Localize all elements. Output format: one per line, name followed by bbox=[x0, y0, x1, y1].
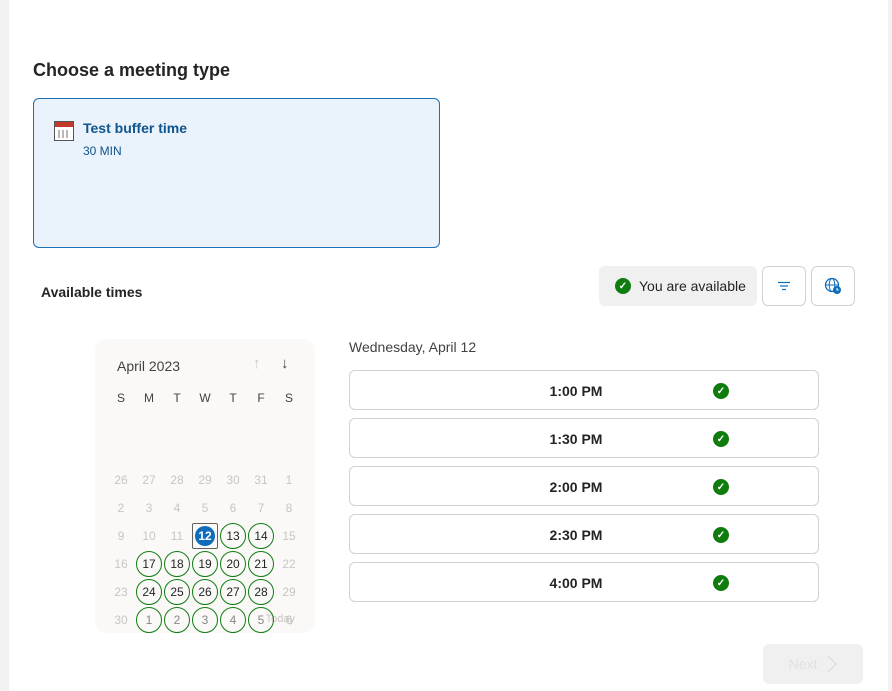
time-slot-label: 1:30 PM bbox=[549, 431, 603, 447]
calendar-day: 27 bbox=[142, 473, 156, 487]
next-button-label: Next bbox=[788, 656, 818, 672]
calendar-day: 30 bbox=[226, 473, 240, 487]
calendar-day: 28 bbox=[170, 473, 184, 487]
availability-status-text: You are available bbox=[639, 278, 746, 294]
time-slot-label: 1:00 PM bbox=[549, 383, 603, 399]
checkmark-icon: ✓ bbox=[713, 527, 729, 543]
checkmark-icon: ✓ bbox=[615, 278, 631, 294]
globe-clock-icon bbox=[824, 277, 841, 294]
calendar-day: 11 bbox=[170, 529, 184, 543]
calendar-day: 8 bbox=[285, 501, 293, 515]
calendar-day: 4 bbox=[173, 501, 181, 515]
calendar-day-available[interactable]: 2 bbox=[164, 607, 190, 633]
calendar-day: 3 bbox=[145, 501, 153, 515]
calendar-day-available[interactable]: 1 bbox=[136, 607, 162, 633]
calendar-day: 22 bbox=[282, 557, 296, 571]
calendar-day: 23 bbox=[114, 585, 128, 599]
weekday-header: T bbox=[229, 391, 237, 405]
time-slot-label: 2:30 PM bbox=[549, 527, 603, 543]
checkmark-icon: ✓ bbox=[713, 431, 729, 447]
calendar-day: 16 bbox=[114, 557, 128, 571]
page-title: Choose a meeting type bbox=[33, 60, 231, 80]
calendar-day-available[interactable]: 18 bbox=[164, 551, 190, 577]
next-button[interactable]: Next bbox=[763, 644, 863, 684]
calendar-day: 5 bbox=[201, 501, 209, 515]
calendar-day-available[interactable]: 28 bbox=[248, 579, 274, 605]
checkmark-icon: ✓ bbox=[713, 575, 729, 591]
time-slot-label: 2:00 PM bbox=[549, 479, 603, 495]
time-slot-button[interactable]: 2:30 PM ✓ bbox=[349, 514, 819, 554]
calendar-day-available[interactable]: 25 bbox=[164, 579, 190, 605]
checkmark-icon: ✓ bbox=[713, 383, 729, 399]
selected-date-label: Wednesday, April 12 bbox=[349, 339, 477, 355]
time-slot-button[interactable]: 1:30 PM ✓ bbox=[349, 418, 819, 458]
meeting-type-card[interactable]: Test buffer time 30 MIN bbox=[33, 98, 440, 248]
weekday-header: S bbox=[116, 391, 125, 405]
calendar-day-available[interactable]: 19 bbox=[192, 551, 218, 577]
time-slot-label: 4:00 PM bbox=[549, 575, 603, 591]
time-slot-button[interactable]: 2:00 PM ✓ bbox=[349, 466, 819, 506]
calendar-day: 6 bbox=[285, 613, 293, 627]
weekday-header: F bbox=[257, 391, 265, 405]
calendar-day: 29 bbox=[198, 473, 212, 487]
filter-button[interactable] bbox=[762, 266, 806, 306]
calendar-day-available[interactable]: 26 bbox=[192, 579, 218, 605]
calendar-day: 2 bbox=[117, 501, 125, 515]
checkmark-icon: ✓ bbox=[713, 479, 729, 495]
meeting-type-name: Test buffer time bbox=[83, 120, 187, 136]
calendar-day-available[interactable]: 5 bbox=[248, 607, 274, 633]
calendar-day-available[interactable]: 4 bbox=[220, 607, 246, 633]
calendar-icon bbox=[54, 121, 74, 141]
calendar-day-available[interactable]: 27 bbox=[220, 579, 246, 605]
meeting-type-duration: 30 MIN bbox=[83, 144, 122, 158]
chevron-right-icon bbox=[827, 655, 838, 673]
calendar-day: 9 bbox=[117, 529, 125, 543]
weekday-header: M bbox=[144, 391, 154, 405]
calendar-day-available[interactable]: 13 bbox=[220, 523, 246, 549]
calendar-day: 31 bbox=[254, 473, 268, 487]
weekday-header: S bbox=[284, 391, 293, 405]
calendar-day: 6 bbox=[229, 501, 237, 515]
calendar-day-available[interactable]: 3 bbox=[192, 607, 218, 633]
calendar-day: 15 bbox=[282, 529, 296, 543]
calendar-day: 1 bbox=[285, 473, 293, 487]
next-month-arrow-icon[interactable]: ↓ bbox=[281, 355, 289, 372]
calendar-day-available[interactable]: 14 bbox=[248, 523, 274, 549]
calendar-month-label: April 2023 bbox=[117, 358, 181, 374]
calendar-day-available[interactable]: 17 bbox=[136, 551, 162, 577]
time-zone-button[interactable] bbox=[811, 266, 855, 306]
calendar-day-available[interactable]: 20 bbox=[220, 551, 246, 577]
calendar-day: 7 bbox=[257, 501, 265, 515]
previous-month-arrow-icon[interactable]: ↑ bbox=[253, 355, 261, 372]
weekday-header: W bbox=[199, 391, 211, 405]
calendar-day-available[interactable]: 24 bbox=[136, 579, 162, 605]
calendar-day: 29 bbox=[282, 585, 296, 599]
calendar-day-available[interactable]: 21 bbox=[248, 551, 274, 577]
time-slot-button[interactable]: 4:00 PM ✓ bbox=[349, 562, 819, 602]
calendar-day: 30 bbox=[114, 613, 128, 627]
filter-icon bbox=[778, 281, 790, 291]
calendar-day: 10 bbox=[142, 529, 156, 543]
calendar-day-selected[interactable]: 12 bbox=[192, 523, 218, 549]
weekday-header: T bbox=[173, 391, 181, 405]
available-times-label: Available times bbox=[41, 284, 143, 300]
date-picker: April 2023 ↑ ↓ Today S M T W T F S 26 27 28 29 30 31… bbox=[95, 339, 315, 633]
calendar-day: 26 bbox=[114, 473, 128, 487]
time-slot-button[interactable]: 1:00 PM ✓ bbox=[349, 370, 819, 410]
availability-status: ✓ You are available bbox=[599, 266, 757, 306]
